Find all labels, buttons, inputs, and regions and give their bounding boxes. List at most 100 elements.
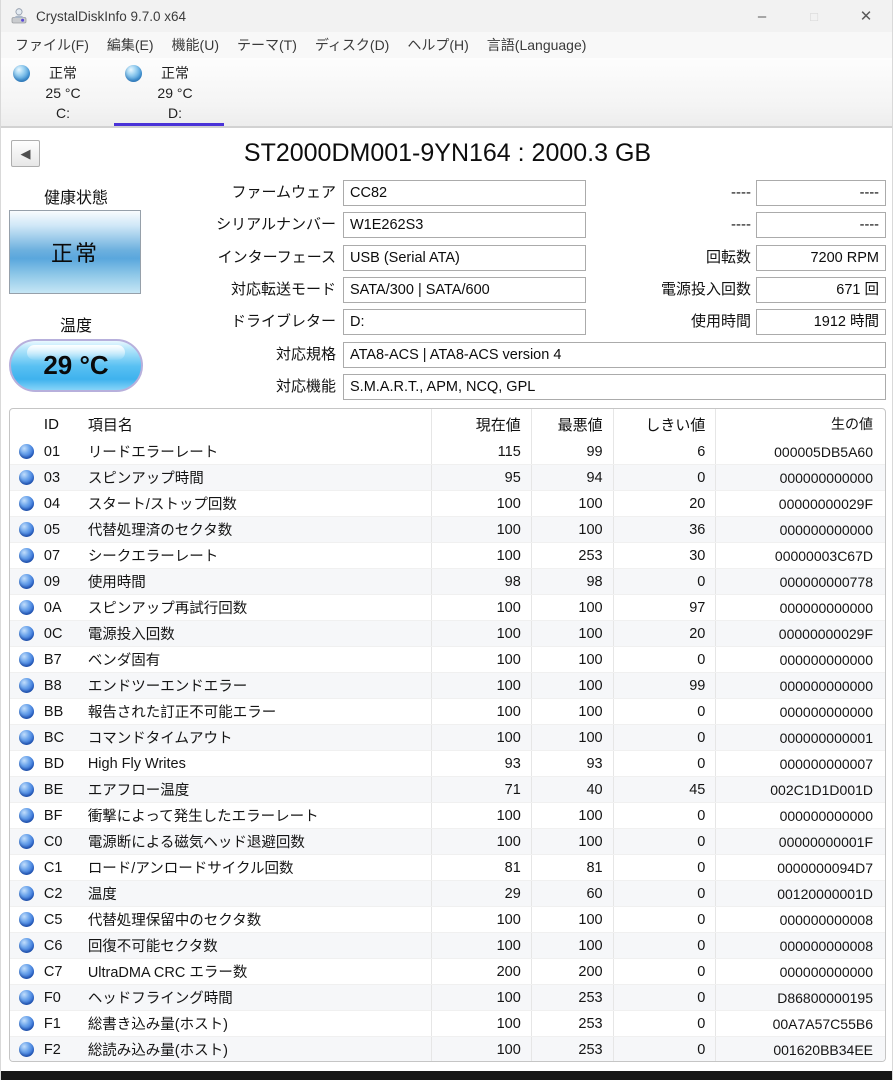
minimize-button[interactable]: –	[736, 0, 788, 32]
cell-current-value: 100	[430, 491, 531, 516]
status-dot-cell	[10, 569, 44, 594]
status-dot-cell	[10, 621, 44, 646]
field-label: 電源投入回数	[660, 281, 751, 298]
status-dot-cell	[10, 517, 44, 542]
cell-id: C5	[43, 911, 63, 928]
status-dot-icon	[19, 860, 35, 875]
cell-attribute-name: スタート/ストップ回数	[87, 497, 237, 513]
field-value-box[interactable]: USB (Serial ATA)	[343, 245, 586, 271]
cell-current-value: 100	[430, 725, 531, 750]
field-value-box[interactable]: 671 回	[756, 277, 886, 303]
cell-threshold: 97	[612, 595, 716, 620]
cell-current-value: 100	[430, 829, 531, 854]
cell-raw-value: 00A7A57C55B6	[715, 1011, 885, 1036]
cell-id: BF	[43, 807, 63, 824]
cell-current-value: 100	[430, 1011, 531, 1036]
status-dot-icon	[19, 574, 35, 589]
menu-item[interactable]: ディスク(D)	[306, 32, 398, 58]
tab-status: 正常	[161, 65, 189, 81]
cell-threshold: 0	[612, 569, 716, 594]
field-value-box[interactable]: W1E262S3	[343, 212, 586, 238]
maximize-button[interactable]: □	[788, 0, 840, 32]
status-dot-icon	[19, 782, 35, 797]
tab-strip: 正常 25 °C C: 正常 29 °C D:	[1, 58, 892, 128]
status-dot-cell	[10, 465, 44, 490]
health-orb-icon	[13, 65, 30, 82]
cell-worst-value: 100	[530, 647, 613, 672]
cell-worst-value: 100	[530, 673, 613, 698]
table-row: B7 ベンダ固有 100 100 0 000000000000	[10, 647, 885, 673]
cell-threshold: 0	[612, 1011, 716, 1036]
cell-raw-value: 000000000000	[715, 673, 885, 698]
field-value-box[interactable]: 7200 RPM	[756, 245, 886, 271]
field-label: インターフェース	[217, 249, 336, 266]
cell-raw-value: 000000000000	[715, 803, 885, 828]
cell-attribute-name: 代替処理済のセクタ数	[87, 523, 233, 539]
cell-worst-value: 100	[530, 725, 613, 750]
field-label: ファームウェア	[231, 184, 336, 201]
status-dot-cell	[10, 907, 44, 932]
drive-tab-C[interactable]: 正常 25 °C C:	[1, 58, 113, 126]
cell-raw-value: 000000000000	[715, 517, 885, 542]
status-dot-cell	[10, 1011, 44, 1036]
cell-attribute-name: High Fly Writes	[87, 755, 186, 772]
cell-worst-value: 100	[530, 517, 613, 542]
menu-item[interactable]: 編集(E)	[98, 32, 163, 58]
cell-raw-value: 00000000029F	[715, 491, 885, 516]
field-value-box[interactable]: ----	[756, 212, 886, 238]
menu-item[interactable]: テーマ(T)	[228, 32, 306, 58]
close-button[interactable]: ✕	[840, 0, 892, 32]
field-value-box[interactable]: D:	[343, 309, 586, 335]
cell-current-value: 100	[430, 647, 531, 672]
cell-worst-value: 93	[530, 751, 613, 776]
status-dot-cell	[10, 881, 44, 906]
field-label: ----	[731, 216, 751, 233]
cell-worst-value: 100	[530, 595, 613, 620]
drive-tab-D[interactable]: 正常 29 °C D:	[113, 58, 225, 126]
cell-id: B7	[43, 651, 62, 668]
cell-threshold: 99	[612, 673, 716, 698]
table-row: C0 電源断による磁気ヘッド退避回数 100 100 0 00000000001F	[10, 829, 885, 855]
table-row: 0C 電源投入回数 100 100 20 00000000029F	[10, 621, 885, 647]
cell-worst-value: 100	[530, 699, 613, 724]
field-value-box[interactable]: ATA8-ACS | ATA8-ACS version 4	[343, 342, 886, 368]
status-dot-icon	[19, 964, 35, 979]
field-value-box[interactable]: CC82	[343, 180, 586, 206]
cell-raw-value: 000000000001	[715, 725, 885, 750]
cell-raw-value: 000000000000	[715, 647, 885, 672]
menu-item[interactable]: ヘルプ(H)	[398, 32, 477, 58]
cell-current-value: 100	[430, 595, 531, 620]
status-dot-icon	[19, 496, 35, 511]
field-label: 対応機能	[275, 378, 336, 395]
cell-threshold: 0	[612, 725, 716, 750]
table-row: C1 ロード/アンロードサイクル回数 81 81 0 0000000094D7	[10, 855, 885, 881]
field-label: 対応規格	[275, 346, 336, 363]
cell-raw-value: 00000000029F	[715, 621, 885, 646]
status-dot-cell	[10, 1037, 44, 1061]
menu-item[interactable]: ファイル(F)	[6, 32, 98, 58]
cell-current-value: 100	[430, 985, 531, 1010]
field-value-box[interactable]: ----	[756, 180, 886, 206]
app-icon	[10, 7, 28, 25]
table-row: 03 スピンアップ時間 95 94 0 000000000000	[10, 465, 885, 491]
cell-current-value: 100	[430, 933, 531, 958]
cell-attribute-name: スピンアップ再試行回数	[87, 601, 248, 617]
cell-raw-value: 000000000000	[715, 959, 885, 984]
status-dot-cell	[10, 751, 44, 776]
cell-id: 03	[43, 469, 61, 486]
field-value-box[interactable]: 1912 時間	[756, 309, 886, 335]
cell-worst-value: 100	[530, 491, 613, 516]
status-dot-cell	[10, 543, 44, 568]
menu-item[interactable]: 言語(Language)	[478, 32, 596, 58]
cell-attribute-name: コマンドタイムアウト	[87, 731, 233, 747]
column-header: 項目名	[87, 416, 133, 434]
field-value-box[interactable]: S.M.A.R.T., APM, NCQ, GPL	[343, 374, 886, 400]
cell-raw-value: 000000000000	[715, 595, 885, 620]
status-dot-icon	[19, 678, 35, 693]
table-row: 09 使用時間 98 98 0 000000000778	[10, 569, 885, 595]
field-value-box[interactable]: SATA/300 | SATA/600	[343, 277, 586, 303]
status-dot-cell	[10, 933, 44, 958]
cell-threshold: 36	[612, 517, 716, 542]
table-row: B8 エンドツーエンドエラー 100 100 99 000000000000	[10, 673, 885, 699]
menu-item[interactable]: 機能(U)	[163, 32, 228, 58]
